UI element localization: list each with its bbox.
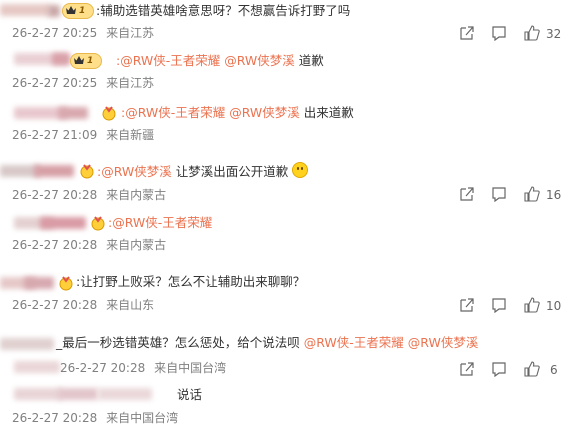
like-count: 10 <box>546 299 562 313</box>
comment-time: 26-2-27 20:28 <box>12 188 98 202</box>
comment-location: 来自江苏 <box>106 76 155 90</box>
like-count: 6 <box>550 363 558 377</box>
comment-location: 来自内蒙古 <box>106 238 167 252</box>
share-icon[interactable] <box>459 297 475 313</box>
comment-text: 让梦溪出面公开道歉 <box>175 164 289 179</box>
like-icon[interactable] <box>524 297 540 313</box>
blurred-username <box>34 165 74 177</box>
like-count: 16 <box>546 188 562 202</box>
comment-icon[interactable] <box>491 186 507 203</box>
vip-badge: 1 <box>70 53 102 69</box>
mention-link[interactable]: :@RW侠梦溪 <box>97 164 172 179</box>
comment-row: :让打野上败采？怎么不让辅助出来聊聊？ 26-2-27 20:28 来自山东 1… <box>0 272 574 318</box>
like-icon[interactable] <box>524 186 540 202</box>
medal-icon <box>59 276 73 291</box>
like-icon[interactable] <box>524 361 540 377</box>
comment-location: 来自内蒙古 <box>106 188 167 202</box>
comment-icon[interactable] <box>491 361 507 378</box>
blurred-username <box>98 388 152 400</box>
comment-text: 出来道歉 <box>303 105 354 120</box>
share-icon[interactable] <box>459 186 475 202</box>
comment-location: 来自山东 <box>106 298 155 312</box>
comment-text: _最后一秒选错英雄？怎么惩处，给个说法呗 <box>56 335 300 350</box>
like-icon[interactable] <box>524 25 540 41</box>
like-count: 32 <box>546 27 562 41</box>
vip-crown-icon <box>66 6 76 14</box>
comment-row: _最后一秒选错英雄？怎么惩处，给个说法呗 @RW侠-王者荣耀 @RW侠梦溪 26… <box>0 333 574 379</box>
comment-row: :@RW侠-王者荣耀 26-2-27 20:28 来自内蒙古 <box>0 212 574 258</box>
blurred-username <box>58 107 88 119</box>
comment-row: 说话 26-2-27 20:28 来自中国台湾 <box>0 383 574 429</box>
share-icon[interactable] <box>459 361 475 377</box>
comment-text: :让打野上败采？怎么不让辅助出来聊聊？ <box>76 274 306 289</box>
comment-time: 26-2-27 20:28 <box>12 411 98 425</box>
comment-location: 来自江苏 <box>106 26 155 40</box>
blurred-username <box>40 217 86 229</box>
medal-icon <box>91 216 105 231</box>
comment-text: 道歉 <box>298 53 324 68</box>
comment-time: 26-2-27 20:28 <box>12 238 98 252</box>
blurred-username <box>52 53 70 65</box>
mention-link[interactable]: @RW侠梦溪 <box>408 335 479 350</box>
blurred-username <box>58 388 98 400</box>
comment-row: 1 :辅助选错英雄啥意思呀？不想赢告诉打野了吗 26-2-27 20:25 来自… <box>0 0 574 46</box>
blurred-username <box>14 361 60 373</box>
share-icon[interactable] <box>459 25 475 41</box>
comment-time: 26-2-27 20:25 <box>12 76 98 90</box>
comment-location: 来自中国台湾 <box>106 411 179 425</box>
comment-text: :辅助选错英雄啥意思呀？不想赢告诉打野了吗 <box>96 3 351 18</box>
comment-row: 1 :@RW侠-王者荣耀 @RW侠梦溪 道歉 26-2-27 20:25 来自江… <box>0 48 574 94</box>
mention-link[interactable]: @RW侠-王者荣耀 <box>304 335 404 350</box>
comment-row: :@RW侠梦溪 让梦溪出面公开道歉 26-2-27 20:28 来自内蒙古 16 <box>0 160 574 206</box>
medal-icon <box>102 106 116 121</box>
mention-link[interactable]: :@RW侠-王者荣耀 <box>116 53 220 68</box>
comment-icon[interactable] <box>491 297 507 314</box>
comment-time: 26-2-27 20:25 <box>12 26 98 40</box>
badge-level: 1 <box>87 56 94 66</box>
comment-text: 说话 <box>177 387 203 402</box>
badge-level: 1 <box>79 6 86 16</box>
comment-row: :@RW侠-王者荣耀 @RW侠梦溪 出来道歉 26-2-27 21:09 来自新… <box>0 102 574 148</box>
comment-location: 来自中国台湾 <box>154 361 227 375</box>
mention-link[interactable]: @RW侠梦溪 <box>224 53 295 68</box>
comment-time: 26-2-27 20:28 <box>60 361 146 375</box>
comment-time: 26-2-27 20:28 <box>12 298 98 312</box>
comment-time: 26-2-27 21:09 <box>12 128 98 142</box>
mention-link[interactable]: :@RW侠-王者荣耀 <box>108 215 212 230</box>
blurred-username <box>0 338 54 350</box>
smile-emoji-icon <box>292 162 309 178</box>
mention-link[interactable]: :@RW侠-王者荣耀 <box>121 105 225 120</box>
blurred-username <box>14 388 62 400</box>
vip-badge: 1 <box>62 3 94 19</box>
mention-link[interactable]: @RW侠梦溪 <box>229 105 300 120</box>
blurred-username <box>48 5 60 17</box>
comment-location: 来自新疆 <box>106 128 155 142</box>
blurred-username <box>24 277 54 289</box>
vip-crown-icon <box>74 56 84 64</box>
blurred-username <box>0 4 50 16</box>
medal-icon <box>80 164 94 179</box>
comment-icon[interactable] <box>491 25 507 42</box>
